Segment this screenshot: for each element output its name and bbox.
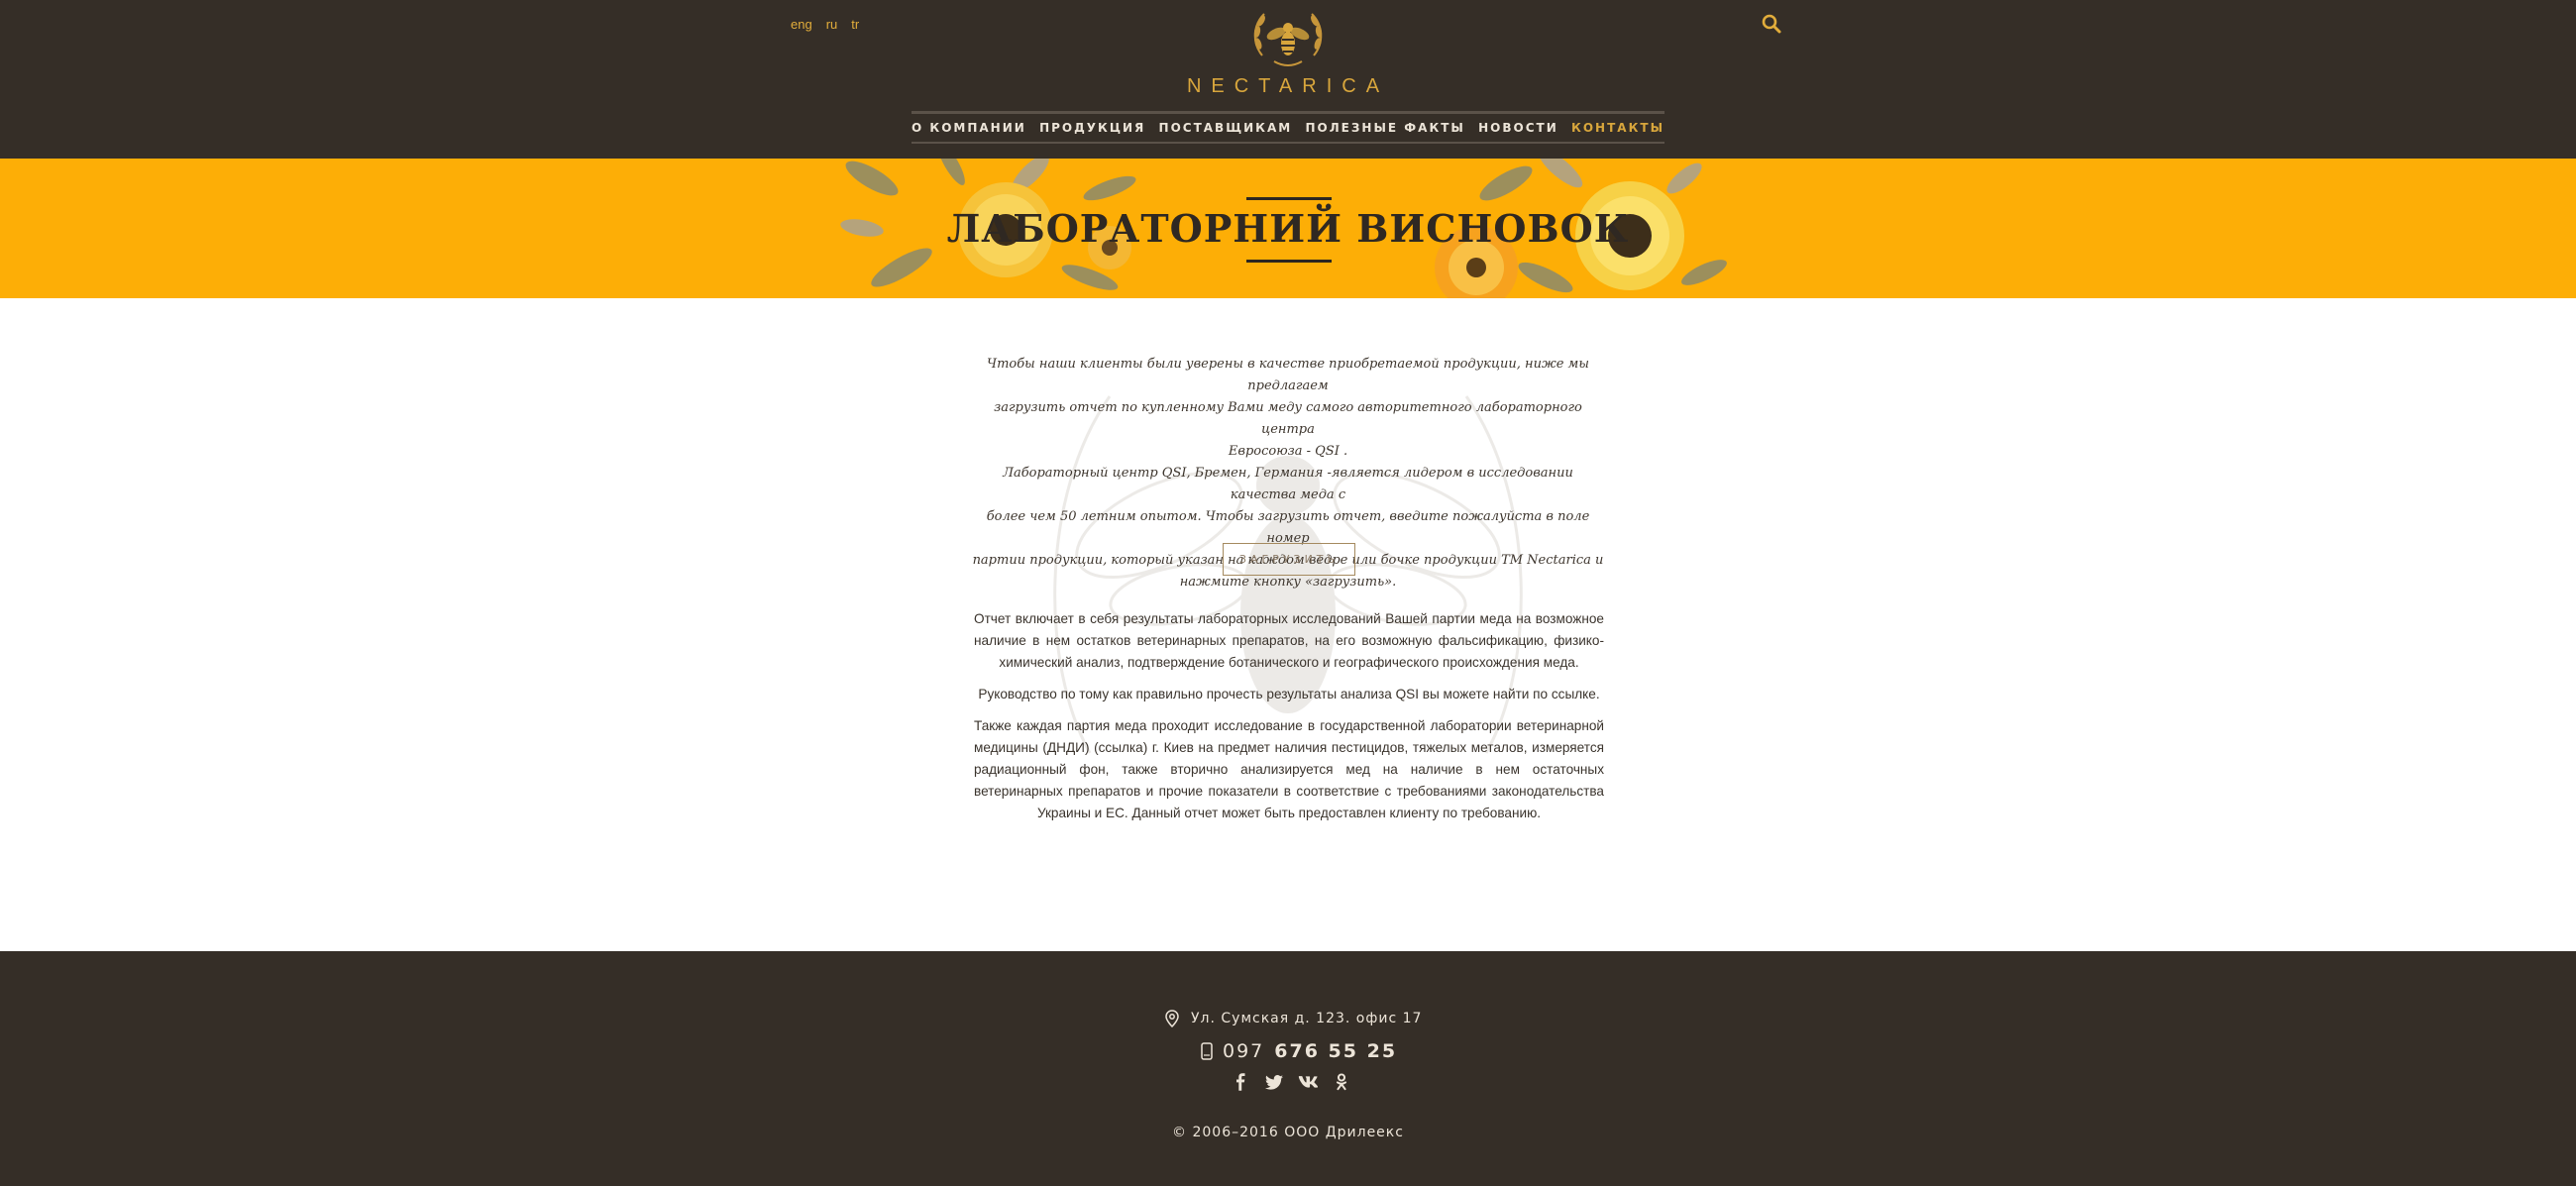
search-icon[interactable] (1760, 12, 1783, 36)
nav-divider-top (912, 111, 1664, 114)
intro-line: Лабораторный центр QSI, Бремен, Германия… (1003, 466, 1573, 502)
brand-name: NECTARICA (1186, 75, 1390, 97)
bee-logo-icon[interactable] (1248, 4, 1328, 73)
lang-ru[interactable]: ru (826, 17, 838, 32)
main-navigation: О КОМПАНИИ ПРОДУКЦИЯ ПОСТАВЩИКАМ ПОЛЕЗНЫ… (912, 115, 1664, 141)
intro-line: Евросоюза - QSI . (1228, 444, 1348, 459)
odnoklassniki-icon[interactable] (1332, 1072, 1351, 1092)
paragraph-state-lab: Также каждая партия меда проходит исслед… (974, 718, 1604, 820)
footer-phone[interactable]: 097 676 55 25 (1201, 1040, 1397, 1062)
vk-icon[interactable] (1298, 1072, 1318, 1092)
facebook-icon[interactable] (1231, 1072, 1250, 1092)
nav-item-products[interactable]: ПРОДУКЦИЯ (1039, 121, 1145, 135)
lang-eng[interactable]: eng (791, 17, 812, 32)
nav-item-contacts[interactable]: КОНТАКТЫ (1571, 121, 1664, 135)
intro-line: Чтобы наши клиенты были уверены в качест… (987, 357, 1589, 393)
nav-item-news[interactable]: НОВОСТИ (1478, 121, 1558, 135)
intro-line: загрузить отчет по купленному Вами меду … (994, 400, 1582, 437)
twitter-icon[interactable] (1264, 1072, 1284, 1092)
title-bar-bottom (1246, 260, 1332, 263)
page-title: ЛАБОРАТОРНИЙ ВИСНОВОК (946, 206, 1630, 251)
load-report-button[interactable]: ЗАГРУЗИТЬ (1223, 543, 1355, 576)
page-banner: ЛАБОРАТОРНИЙ ВИСНОВОК (0, 159, 2576, 298)
social-links (1231, 1072, 1351, 1092)
nav-item-company[interactable]: О КОМПАНИИ (912, 121, 1026, 135)
address-text: Ул. Сумская д. 123. офис 17 (1191, 1011, 1423, 1026)
language-switcher: eng ru tr (791, 17, 859, 32)
nav-item-suppliers[interactable]: ПОСТАВЩИКАМ (1159, 121, 1293, 135)
paragraph-guide-link: Руководство по тому как правильно прочес… (978, 687, 1600, 701)
paragraph-report-contents: Отчет включает в себя результаты лаборат… (974, 611, 1604, 670)
nav-divider-bottom (912, 142, 1664, 144)
nav-item-facts[interactable]: ПОЛЕЗНЫЕ ФАКТЫ (1305, 121, 1464, 135)
phone-number: 676 55 25 (1274, 1040, 1398, 1062)
mobile-phone-icon (1201, 1042, 1213, 1060)
phone-prefix: 097 (1223, 1040, 1265, 1062)
site-footer: Ул. Сумская д. 123. офис 17 097 676 55 2… (0, 951, 2576, 1186)
footer-address: Ул. Сумская д. 123. офис 17 (1165, 1010, 1422, 1027)
report-description: Отчет включает в себя результаты лаборат… (974, 608, 1604, 834)
title-bar-top (1246, 197, 1332, 200)
lang-tr[interactable]: tr (851, 17, 859, 32)
copyright: © 2006–2016 ООО Дрилеекс (1172, 1125, 1404, 1140)
map-pin-icon (1165, 1010, 1179, 1027)
site-header: eng ru tr NECTARICA О КОМПАНИИ ПРОДУКЦИЯ… (0, 0, 2576, 159)
